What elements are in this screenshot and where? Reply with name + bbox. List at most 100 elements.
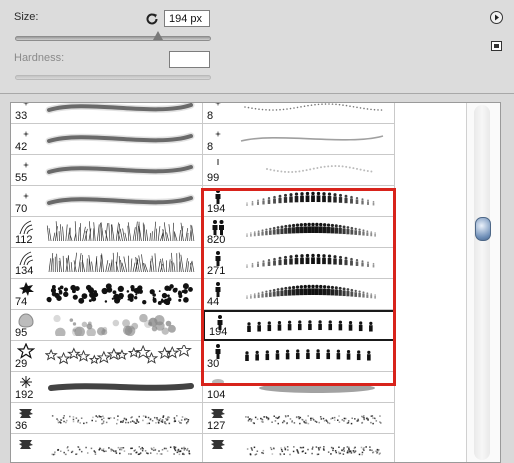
- spark-tip-icon: [17, 374, 35, 390]
- reset-cycle-icon[interactable]: [145, 12, 159, 31]
- brush-size-label: 8: [207, 110, 214, 122]
- brush-stroke-preview: [237, 190, 387, 212]
- dot-tip-icon: [17, 157, 35, 173]
- brush-preset-cell[interactable]: 127: [203, 403, 395, 434]
- panel-menu-arrow-icon[interactable]: [490, 11, 503, 29]
- brush-size-label: 30: [207, 358, 220, 370]
- brush-preset-cell[interactable]: 192: [11, 372, 203, 403]
- brush-preset-cell[interactable]: 42: [11, 124, 203, 155]
- brush-preset-cell[interactable]: 36: [11, 403, 203, 434]
- brush-preset-cell[interactable]: 820: [203, 217, 395, 248]
- person-tip-icon: [209, 343, 227, 359]
- brush-stroke-preview: [237, 103, 387, 119]
- brush-size-label: 194: [209, 326, 228, 338]
- people-tip-icon: [209, 219, 227, 235]
- brush-preset-list: 33 42 55 70 112 134 74 95 29 192 36 8 8 99 194 820 271 44…: [10, 102, 501, 463]
- brush-stroke-preview: [45, 376, 195, 398]
- brush-preset-cell[interactable]: 194: [203, 186, 395, 217]
- brush-preset-cell[interactable]: 271: [203, 248, 395, 279]
- brush-stroke-preview: [237, 252, 387, 274]
- brush-preset-cell[interactable]: 33: [11, 103, 203, 124]
- brush-size-label: 55: [15, 172, 28, 184]
- brush-preset-cell[interactable]: 8: [203, 124, 395, 155]
- brush-size-label: 820: [207, 234, 226, 246]
- scrollbar[interactable]: [466, 103, 500, 462]
- brush-preset-cell[interactable]: 55: [11, 155, 203, 186]
- brush-preset-cell[interactable]: 99: [203, 155, 395, 186]
- brush-preset-cell[interactable]: 29: [11, 341, 203, 372]
- size-slider[interactable]: [15, 36, 211, 41]
- brush-size-label: 104: [207, 389, 226, 401]
- brush-size-label: 127: [207, 420, 226, 432]
- dot-tip-icon: [209, 126, 227, 142]
- brush-preset-cell[interactable]: 134: [11, 248, 203, 279]
- grass-tip-icon: [17, 219, 35, 235]
- brush-size-label: 194: [207, 203, 226, 215]
- brush-preset-cell[interactable]: 194: [203, 310, 395, 341]
- brush-stroke-preview: [237, 376, 387, 398]
- texture-tip-icon: [17, 436, 35, 452]
- brush-stroke-preview: [45, 103, 195, 119]
- brush-stroke-preview: [237, 438, 387, 460]
- brush-stroke-preview: [237, 345, 387, 367]
- person-tip-icon: [209, 188, 227, 204]
- brush-size-label: 134: [15, 265, 34, 277]
- brush-stroke-preview: [239, 316, 389, 338]
- person-tip-icon: [209, 250, 227, 266]
- brush-preset-cell[interactable]: [203, 434, 395, 462]
- hardness-slider[interactable]: [15, 75, 211, 80]
- brush-stroke-preview: [237, 159, 387, 181]
- brush-size-label: 36: [15, 420, 28, 432]
- brush-size-label: 192: [15, 389, 34, 401]
- blur-tip-icon: [209, 374, 227, 390]
- blob-tip-icon: [17, 312, 35, 328]
- brush-preset-cell[interactable]: 74: [11, 279, 203, 310]
- brush-preset-cell[interactable]: [11, 434, 203, 462]
- brush-size-label: 95: [15, 327, 28, 339]
- size-label: Size:: [14, 11, 39, 23]
- brush-preset-cell[interactable]: 44: [203, 279, 395, 310]
- brush-stroke-preview: [45, 438, 195, 460]
- texture-tip-icon: [209, 405, 227, 421]
- brush-stroke-preview: [45, 159, 195, 181]
- brush-preset-cell[interactable]: 95: [11, 310, 203, 341]
- scrollbar-track[interactable]: [474, 105, 490, 460]
- brush-options-bar: Size: Hardness:: [0, 0, 514, 94]
- brush-preset-cell[interactable]: 112: [11, 217, 203, 248]
- brush-size-label: 33: [15, 110, 28, 122]
- brush-stroke-preview: [45, 252, 195, 274]
- grass-tip-icon: [17, 250, 35, 266]
- brush-stroke-preview: [45, 221, 195, 243]
- brush-preset-cell[interactable]: 70: [11, 186, 203, 217]
- brush-stroke-preview: [44, 342, 195, 367]
- brush-stroke-preview: [237, 221, 387, 243]
- brush-size-label: 70: [15, 203, 28, 215]
- brush-stroke-preview: [45, 190, 195, 212]
- dot-tip-icon: [17, 126, 35, 142]
- texture-tip-icon: [17, 405, 35, 421]
- brush-stroke-preview: [45, 128, 195, 150]
- scrollbar-knob[interactable]: [475, 217, 491, 241]
- brush-size-label: 99: [207, 172, 220, 184]
- brush-stroke-preview: [237, 407, 387, 429]
- brush-size-label: 271: [207, 265, 226, 277]
- brush-size-label: 8: [207, 141, 214, 153]
- brush-stroke-preview: [45, 283, 195, 306]
- star-tip-icon: [16, 342, 36, 359]
- tick-tip-icon: [209, 157, 227, 173]
- brush-preset-cell[interactable]: 8: [203, 103, 395, 124]
- brush-stroke-preview: [45, 407, 195, 429]
- new-preset-icon[interactable]: [491, 38, 502, 56]
- size-slider-thumb[interactable]: [153, 31, 164, 40]
- brush-size-label: 29: [15, 358, 28, 370]
- person-tip-icon: [209, 281, 227, 297]
- brush-size-label: 42: [15, 141, 28, 153]
- splat-tip-icon: [17, 281, 35, 297]
- brush-preset-cell[interactable]: 30: [203, 341, 395, 372]
- hardness-input[interactable]: [169, 51, 210, 68]
- brush-stroke-preview: [45, 313, 195, 339]
- brush-stroke-preview: [237, 128, 387, 150]
- size-input[interactable]: [164, 10, 210, 27]
- brush-preset-cell[interactable]: 104: [203, 372, 395, 403]
- dot-tip-icon: [17, 188, 35, 204]
